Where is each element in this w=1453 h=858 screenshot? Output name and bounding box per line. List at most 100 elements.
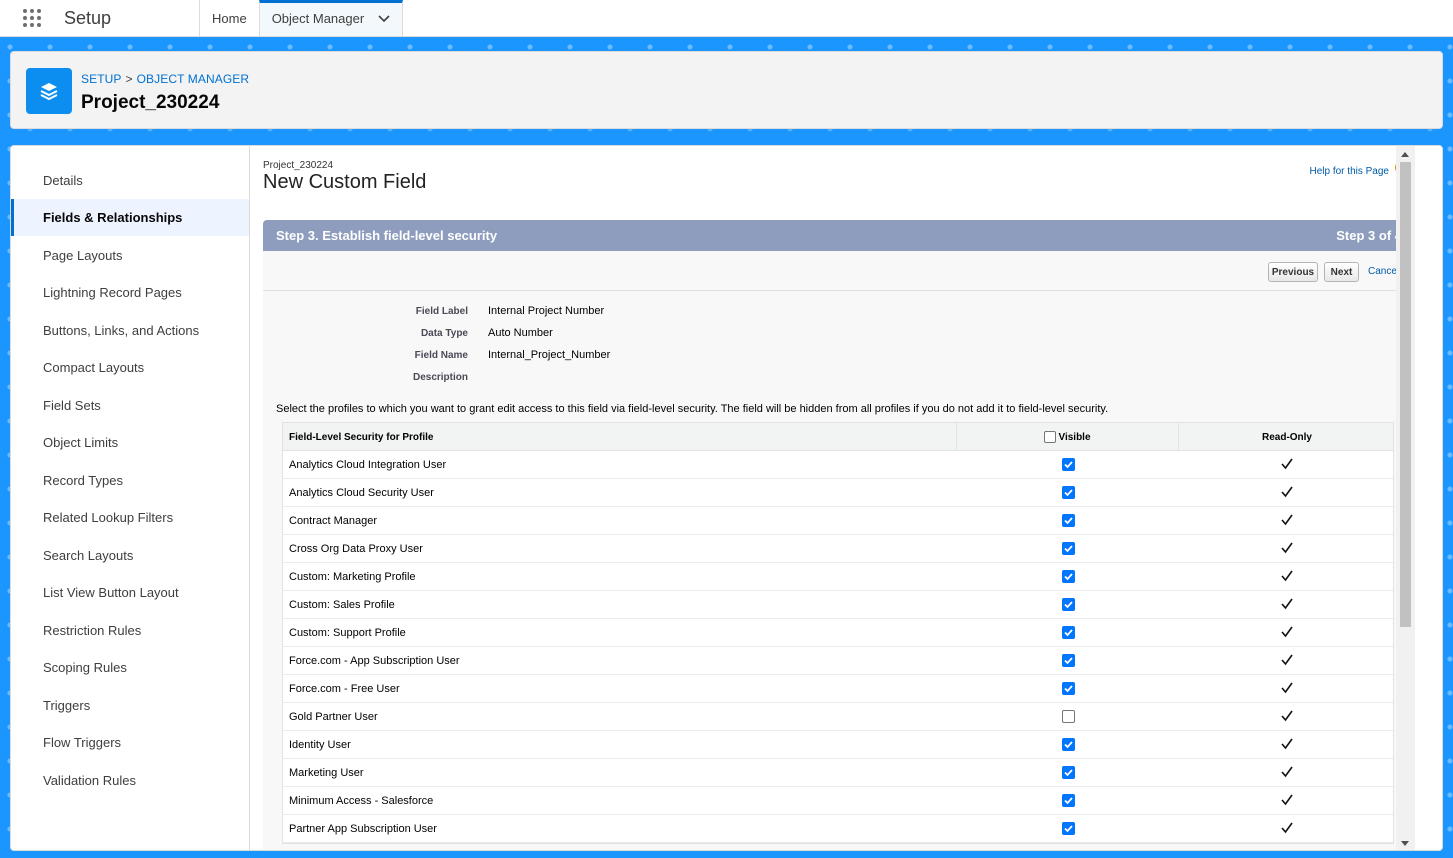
table-row: Force.com - Free User [283, 675, 1393, 703]
instruction-text: Select the profiles to which you want to… [276, 403, 1109, 415]
sidebar: Details Fields & Relationships Page Layo… [11, 146, 250, 850]
sidebar-item-scoping-rules[interactable]: Scoping Rules [11, 649, 249, 686]
app-launcher-button[interactable] [0, 0, 64, 36]
sidebar-item-triggers[interactable]: Triggers [11, 687, 249, 724]
sidebar-item-label: Object Limits [43, 435, 119, 450]
page-title: Project_230224 [81, 92, 220, 113]
sidebar-item-label: Restriction Rules [43, 623, 142, 638]
field-label-value: Internal Project Number [488, 305, 605, 317]
sidebar-item-restriction-rules[interactable]: Restriction Rules [11, 612, 249, 649]
cancel-link[interactable]: Cancel [1368, 266, 1399, 277]
table-row: Partner App Subscription User [283, 815, 1393, 843]
app-name: Setup [64, 7, 112, 28]
scroll-up-arrow-icon[interactable] [1401, 152, 1409, 157]
visible-checkbox[interactable] [1062, 542, 1075, 555]
sidebar-item-validation-rules[interactable]: Validation Rules [11, 762, 249, 799]
sidebar-item-list-view-button-layout[interactable]: List View Button Layout [11, 574, 249, 611]
profile-name: Custom: Support Profile [289, 627, 406, 639]
table-row: Contract Manager [283, 507, 1393, 535]
tab-object-manager[interactable]: Object Manager [258, 0, 404, 36]
description-label: Description [412, 372, 468, 383]
tab-home[interactable]: Home [199, 0, 259, 36]
sidebar-item-label: Record Types [43, 473, 123, 488]
content-area: Project_230224 New Custom Field Help for… [251, 146, 1415, 850]
profile-name: Force.com - App Subscription User [289, 655, 460, 667]
read-only-check-icon [1280, 709, 1294, 726]
sidebar-item-search-layouts[interactable]: Search Layouts [11, 537, 249, 574]
sidebar-item-label: Validation Rules [43, 773, 136, 788]
visible-checkbox[interactable] [1062, 514, 1075, 527]
visible-checkbox[interactable] [1062, 486, 1075, 499]
previous-button[interactable]: Previous [1268, 262, 1318, 282]
sidebar-item-fields-relationships[interactable]: Fields & Relationships [11, 199, 249, 236]
read-only-check-icon [1280, 737, 1294, 754]
profile-name: Minimum Access - Salesforce [289, 795, 434, 807]
profile-name: Force.com - Free User [289, 683, 400, 695]
table-header: Field-Level Security for Profile Visible… [283, 423, 1393, 451]
profile-name: Gold Partner User [289, 711, 378, 723]
step-title: Step 3. Establish field-level security [276, 228, 498, 243]
read-only-check-icon [1280, 653, 1294, 670]
scroll-thumb[interactable] [1400, 162, 1411, 627]
profile-column-header: Field-Level Security for Profile [289, 432, 434, 443]
sidebar-item-object-limits[interactable]: Object Limits [11, 424, 249, 461]
read-only-check-icon [1280, 681, 1294, 698]
visible-checkbox[interactable] [1062, 570, 1075, 583]
next-button[interactable]: Next [1324, 262, 1359, 282]
table-row: Gold Partner User [283, 703, 1393, 731]
read-only-check-icon [1280, 597, 1294, 614]
sidebar-item-label: Search Layouts [43, 548, 134, 563]
visible-checkbox[interactable] [1062, 738, 1075, 751]
sidebar-item-record-types[interactable]: Record Types [11, 462, 249, 499]
sidebar-item-field-sets[interactable]: Field Sets [11, 387, 249, 424]
page-heading: New Custom Field [263, 171, 427, 193]
profile-name: Contract Manager [289, 515, 378, 527]
read-only-check-icon [1280, 765, 1294, 782]
field-level-security-table: Field-Level Security for Profile Visible… [282, 422, 1394, 844]
profile-name: Cross Org Data Proxy User [289, 543, 423, 555]
sidebar-item-related-lookup-filters[interactable]: Related Lookup Filters [11, 499, 249, 536]
sidebar-item-label: Flow Triggers [43, 735, 122, 750]
visible-checkbox[interactable] [1062, 710, 1075, 723]
table-body: Analytics Cloud Integration User Analytic… [283, 451, 1393, 843]
sidebar-item-details[interactable]: Details [11, 162, 249, 199]
sidebar-item-label: Compact Layouts [43, 360, 145, 375]
help-link[interactable]: Help for this Page [1310, 166, 1390, 177]
step-count: Step 3 of 4 [1336, 228, 1402, 243]
visible-checkbox[interactable] [1062, 626, 1075, 639]
read-only-check-icon [1280, 485, 1294, 502]
visible-checkbox[interactable] [1062, 822, 1075, 835]
visible-checkbox[interactable] [1062, 766, 1075, 779]
sidebar-item-lightning-record-pages[interactable]: Lightning Record Pages [11, 274, 249, 311]
breadcrumb-setup-link[interactable]: SETUP [81, 72, 122, 86]
visible-checkbox[interactable] [1062, 682, 1075, 695]
sidebar-item-label: Scoping Rules [43, 660, 127, 675]
read-only-check-icon [1280, 513, 1294, 530]
object-header: SETUP > OBJECT MANAGER Project_230224 [10, 51, 1443, 129]
visible-checkbox[interactable] [1062, 598, 1075, 611]
read-only-check-icon [1280, 821, 1294, 838]
select-all-visible-checkbox[interactable] [1044, 431, 1057, 443]
visible-checkbox[interactable] [1062, 794, 1075, 807]
sidebar-item-flow-triggers[interactable]: Flow Triggers [11, 724, 249, 761]
table-row: Force.com - App Subscription User [283, 647, 1393, 675]
main-panel: Details Fields & Relationships Page Layo… [10, 145, 1443, 851]
object-name-label: Project_230224 [263, 160, 334, 171]
table-row: Minimum Access - Salesforce [283, 787, 1393, 815]
sidebar-item-label: Fields & Relationships [43, 210, 183, 225]
breadcrumb-object-manager-link[interactable]: OBJECT MANAGER [137, 72, 250, 86]
visible-checkbox[interactable] [1062, 654, 1075, 667]
layers-icon [26, 68, 72, 114]
sidebar-item-page-layouts[interactable]: Page Layouts [11, 237, 249, 274]
table-row: Custom: Marketing Profile [283, 563, 1393, 591]
scrollbar[interactable] [1396, 146, 1415, 850]
field-name-label: Field Name [414, 350, 468, 361]
chevron-down-icon[interactable] [378, 11, 390, 26]
scroll-down-arrow-icon[interactable] [1401, 841, 1409, 846]
read-only-check-icon [1280, 541, 1294, 558]
sidebar-item-compact-layouts[interactable]: Compact Layouts [11, 349, 249, 386]
sidebar-item-buttons-links-actions[interactable]: Buttons, Links, and Actions [11, 312, 249, 349]
visible-checkbox[interactable] [1062, 458, 1075, 471]
sidebar-item-label: Page Layouts [43, 248, 123, 263]
profile-name: Custom: Sales Profile [289, 599, 395, 611]
